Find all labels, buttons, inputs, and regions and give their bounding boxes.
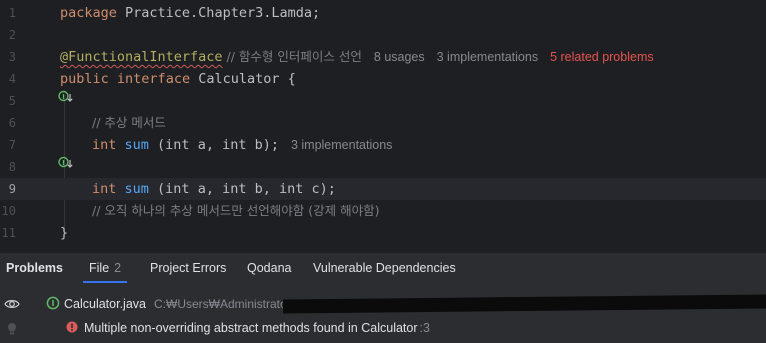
tab-qodana[interactable]: Qodana [247,253,291,283]
line-number: 3 [8,50,16,64]
code-line-5[interactable]: 5 [0,90,766,112]
code-text: int sum (int a, int b, int c); [92,178,336,200]
line-number: 10 [1,204,16,218]
line-number: 9 [8,182,16,196]
code-text: public interface Calculator { [60,68,296,90]
implemented-method-icon[interactable]: I [22,138,73,168]
method-params: (int a, int b); [148,137,279,153]
ide-window: 1 package Practice.Chapter3.Lamda; 2 3 @… [0,0,766,343]
line-number: 11 [1,226,16,240]
code-line-2[interactable]: 2 [0,24,766,46]
keyword-interface: interface [116,71,191,87]
method-params: (int a, int b, int c); [148,181,336,197]
line-number: 1 [8,6,16,20]
line-number: 4 [8,72,16,86]
error-icon [66,319,78,333]
code-line-7[interactable]: 7 I int sum (int a, int b); 3 implementat… [0,134,766,168]
tab-project-errors[interactable]: Project Errors [150,253,226,283]
comment: // 추상 메서드 [92,115,166,130]
error-message: Multiple non-overriding abstract methods… [84,321,418,335]
error-position: :3 [419,321,430,335]
method-name: sum [124,137,149,153]
code-line-6[interactable]: 6 // 추상 메서드 [0,112,766,134]
code-text: @FunctionalInterface // 함수형 인터페이스 선언 8 us… [60,46,654,68]
code-editor[interactable]: 1 package Practice.Chapter3.Lamda; 2 3 @… [0,0,766,252]
tab-file[interactable]: File 2 [82,253,128,283]
keyword-public: public [60,71,109,87]
code-line-8[interactable]: 8 [0,156,766,178]
usages-hint[interactable]: 8 usages [374,50,425,64]
file-name: Calculator.java [64,297,146,311]
eye-icon[interactable] [4,296,20,312]
keyword-package: package [60,5,117,21]
problems-title: Problems [6,261,63,275]
implemented-interface-icon[interactable]: I [22,72,73,102]
method-name: sum [124,181,149,197]
tab-count: 2 [114,261,122,275]
implementations-hint[interactable]: 3 implementations [291,138,392,152]
file-path: C:₩Users₩Administrator₩ [154,297,303,311]
code-line-4[interactable]: 4 I public interface Calculator { [0,68,766,102]
annotation-functional-interface[interactable]: @FunctionalInterface [60,49,223,65]
related-problems-hint[interactable]: 5 related problems [550,50,654,64]
keyword-int: int [92,137,117,153]
code-text: package Practice.Chapter3.Lamda; [60,2,320,24]
open-brace: { [279,71,296,87]
line-number: 7 [8,138,16,152]
problem-error-row[interactable]: Multiple non-overriding abstract methods… [66,318,430,338]
tab-vulnerable-dependencies[interactable]: Vulnerable Dependencies [313,253,456,283]
svg-text:I: I [52,299,55,308]
code-line-11[interactable]: 11 } [0,222,766,244]
code-text: int sum (int a, int b); 3 implementations [92,134,392,156]
keyword-int: int [92,181,117,197]
code-line-9[interactable]: 9 int sum (int a, int b, int c); [0,178,766,200]
implementations-hint[interactable]: 3 implementations [437,50,538,64]
redaction-mark [283,294,766,314]
code-line-1[interactable]: 1 package Practice.Chapter3.Lamda; [0,2,766,24]
code-line-10[interactable]: 10 // 오직 하나의 추상 메서드만 선언해야함 (강제 해야함) [0,200,766,222]
comment: // 함수형 인터페이스 선언 [222,49,362,64]
line-number: 8 [8,160,16,174]
problems-tabs: Problems File 2 Project Errors Qodana Vul… [0,253,766,283]
comment: // 오직 하나의 추상 메서드만 선언해야함 (강제 해야함) [92,203,380,218]
code-line-3[interactable]: 3 @FunctionalInterface // 함수형 인터페이스 선언 8 … [0,46,766,68]
package-name: Practice.Chapter3.Lamda; [116,5,321,21]
interface-name: Calculator [198,71,280,87]
problem-file-row[interactable]: I Calculator.java C:₩Users₩Administrator₩ [46,294,302,314]
line-number: 5 [8,94,16,108]
tab-label: File [89,261,110,275]
line-number: 6 [8,116,16,130]
close-brace: } [60,225,69,241]
java-interface-icon: I [46,296,60,310]
lightbulb-icon[interactable] [4,321,20,337]
line-number: 2 [8,28,16,42]
problems-tool-window: Problems File 2 Project Errors Qodana Vul… [0,252,766,343]
